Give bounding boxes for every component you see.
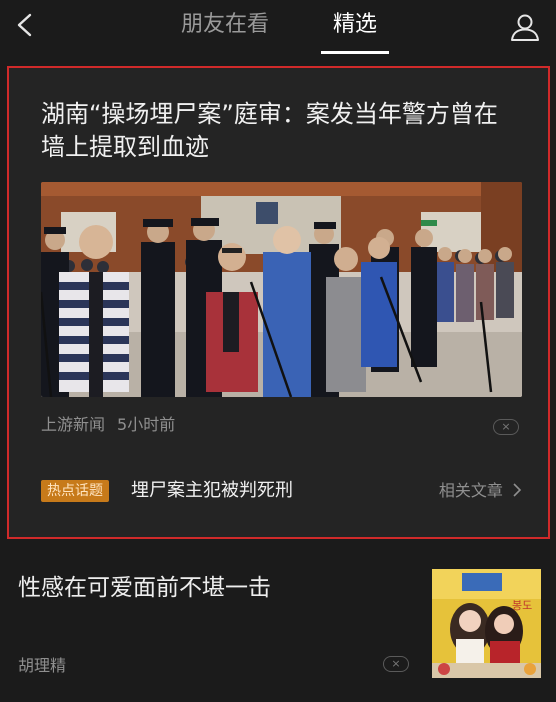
hot-topic-row[interactable]: 热点话题 埋尸案主犯被判死刑 相关文章 xyxy=(41,478,522,506)
courtroom-photo xyxy=(41,182,522,397)
article-meta: 上游新闻 5小时前 xyxy=(41,411,175,435)
chevron-left-icon[interactable] xyxy=(14,12,36,38)
tab-friends-watching[interactable]: 朋友在看 xyxy=(181,10,269,40)
hot-topic-text[interactable]: 埋尸案主犯被判死刑 xyxy=(131,478,293,504)
article-source-2: 胡理精 xyxy=(18,656,67,675)
article-time: 5小时前 xyxy=(117,415,176,434)
related-articles-link[interactable]: 相关文章 xyxy=(439,480,522,502)
active-tab-indicator xyxy=(321,51,389,54)
person-icon[interactable] xyxy=(509,11,541,43)
article-title[interactable]: 湖南“操场埋尸案”庭审：案发当年警方曾在墙上提取到血迹 xyxy=(41,98,521,164)
top-nav-bar: 朋友在看 精选 xyxy=(0,0,556,56)
dismiss-button[interactable]: × xyxy=(493,419,519,435)
article-thumbnail-2[interactable]: 봉도 xyxy=(432,569,541,678)
dismiss-button-2[interactable]: × xyxy=(383,656,409,672)
hot-topic-badge: 热点话题 xyxy=(41,480,109,502)
two-women-photo: 봉도 xyxy=(432,569,541,678)
article-source: 上游新闻 xyxy=(41,415,106,434)
article-image-courtroom[interactable] xyxy=(41,182,522,397)
featured-article-card[interactable]: 湖南“操场埋尸案”庭审：案发当年警方曾在墙上提取到血迹 上游新闻 5小时前 × … xyxy=(7,66,550,539)
article-title-2[interactable]: 性感在可爱面前不堪一击 xyxy=(18,572,271,604)
tab-featured[interactable]: 精选 xyxy=(333,10,377,40)
thumbnail-sign-text: 봉도 xyxy=(512,599,532,612)
related-articles-label: 相关文章 xyxy=(438,481,503,500)
chevron-right-icon xyxy=(513,483,522,497)
